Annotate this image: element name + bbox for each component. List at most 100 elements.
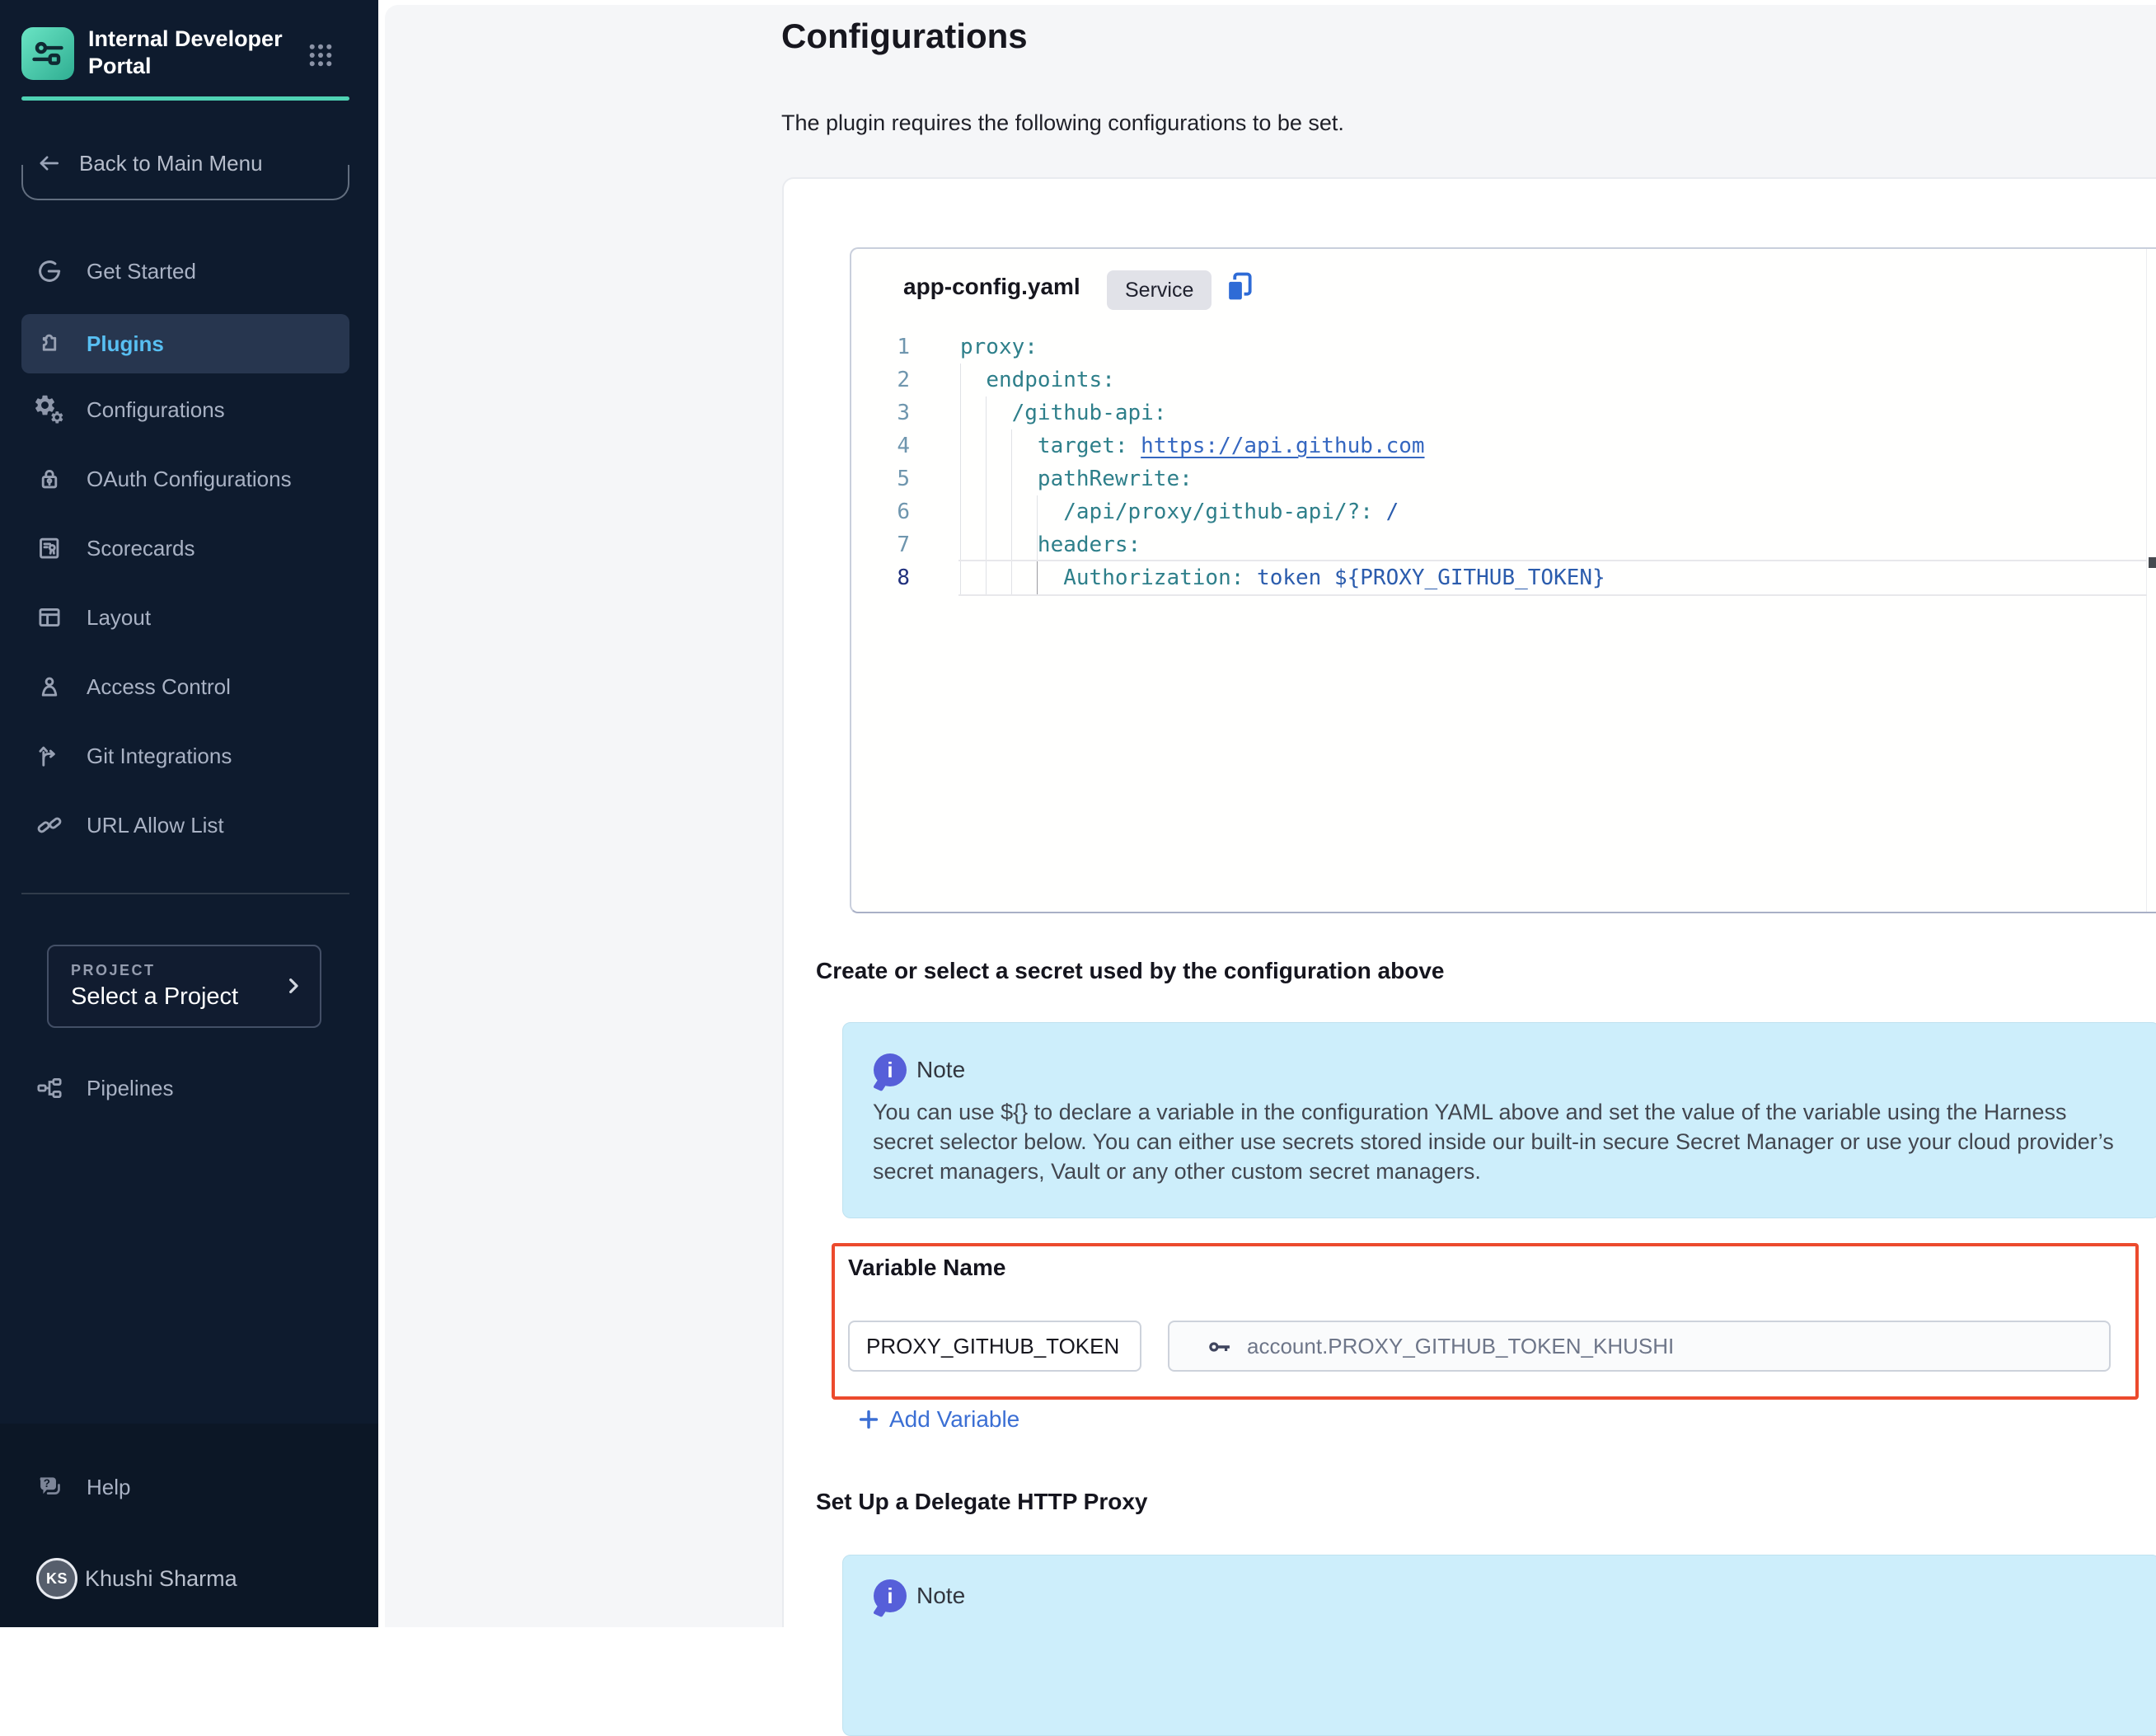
user-name[interactable]: Khushi Sharma [85, 1549, 237, 1608]
sidebar: Internal Developer Portal Back to Main M… [0, 0, 378, 1627]
project-label: Select a Project [71, 983, 238, 1011]
sidebar-item-scorecards[interactable]: Scorecards [21, 518, 349, 578]
svg-text:?: ? [44, 1477, 50, 1490]
sidebar-item-git-integrations[interactable]: Git Integrations [21, 726, 349, 786]
sidebar-item-layout[interactable]: Layout [21, 588, 349, 647]
delegate-section-heading: Set Up a Delegate HTTP Proxy [816, 1489, 1148, 1515]
back-section-divider [21, 165, 349, 200]
code-token: Authorization: [1063, 565, 1244, 590]
code-token [960, 401, 1012, 425]
secret-section-heading: Create or select a secret used by the co… [816, 958, 1444, 984]
code-line[interactable]: target: https://api.github.com [960, 429, 2147, 462]
code-token: headers: [1038, 533, 1141, 557]
sidebar-item-get-started[interactable]: Get Started [21, 242, 349, 301]
code-line[interactable]: /api/proxy/github-api/?: / [960, 495, 2147, 528]
code-line[interactable]: Authorization: token ${PROXY_GITHUB_TOKE… [960, 561, 2147, 594]
code-token [1373, 500, 1386, 524]
code-token [960, 368, 986, 392]
sidebar-item-url-allow-list[interactable]: URL Allow List [21, 795, 349, 855]
sidebar-item-label: URL Allow List [87, 795, 224, 855]
add-variable-label: Add Variable [889, 1406, 1019, 1433]
sidebar-item-label: Configurations [87, 380, 225, 439]
sidebar-item-label: Layout [87, 588, 151, 647]
variable-row-highlight: Variable Name account.PROXY_GITHUB_TOKEN… [832, 1243, 2139, 1400]
sidebar-item-label: Scorecards [87, 518, 195, 578]
code-token [1128, 434, 1141, 458]
code-token [1244, 565, 1257, 590]
line-number: 1 [851, 331, 910, 364]
code-line[interactable]: pathRewrite: [960, 462, 2147, 495]
code-token: / [1386, 500, 1399, 524]
sidebar-divider [21, 893, 349, 894]
lock-icon [35, 464, 64, 494]
line-number: 4 [851, 429, 910, 462]
layout-icon [35, 603, 64, 632]
code-token: pathRewrite: [1038, 467, 1193, 491]
main-content: Configurations The plugin requires the f… [378, 0, 2156, 1627]
code-lines[interactable]: proxy: endpoints: /github-api: target: h… [960, 331, 2147, 910]
sidebar-item-access-control[interactable]: Access Control [21, 657, 349, 716]
sidebar-item-label: OAuth Configurations [87, 449, 292, 509]
yaml-code-editor[interactable]: app-config.yaml Service 12345678 proxy: … [850, 247, 2156, 913]
note-callout: i Note You can use ${} to declare a vari… [842, 1022, 2156, 1218]
code-line[interactable]: headers: [960, 528, 2147, 561]
code-token: /api/proxy/github-api/?: [1063, 500, 1373, 524]
info-icon: i [874, 1579, 907, 1612]
scrollbar-thumb[interactable] [2149, 557, 2156, 568]
gears-icon [35, 395, 64, 425]
code-token [960, 500, 1063, 524]
sidebar-item-configurations[interactable]: Configurations [21, 380, 349, 439]
code-token [960, 467, 1038, 491]
plus-icon [856, 1407, 881, 1432]
app-switcher-grid-icon[interactable] [305, 40, 336, 71]
sidebar-item-label: Plugins [87, 314, 164, 373]
user-avatar[interactable]: KS [36, 1558, 77, 1599]
code-line[interactable]: endpoints: [960, 364, 2147, 396]
code-area[interactable]: 12345678 proxy: endpoints: /github-api: … [851, 331, 2147, 910]
service-badge: Service [1107, 270, 1212, 310]
code-token [960, 565, 1063, 590]
secret-selector[interactable]: account.PROXY_GITHUB_TOKEN_KHUSHI [1168, 1321, 2111, 1372]
sliders-logo-icon [29, 35, 67, 73]
add-variable-button[interactable]: Add Variable [856, 1403, 1019, 1436]
note-title: Note [916, 1053, 965, 1086]
line-number: 8 [851, 561, 910, 594]
help-chat-icon: ? [35, 1472, 64, 1502]
code-gutter: 12345678 [851, 331, 910, 910]
page-subtitle: The plugin requires the following config… [781, 110, 1344, 136]
code-line[interactable]: proxy: [960, 331, 2147, 364]
code-token: proxy: [960, 335, 1038, 359]
note-title: Note [916, 1579, 965, 1612]
secret-value: account.PROXY_GITHUB_TOKEN_KHUSHI [1247, 1322, 1674, 1370]
sidebar-item-pipelines[interactable]: Pipelines [21, 1058, 349, 1118]
info-icon: i [874, 1053, 907, 1086]
copy-icon[interactable] [1221, 269, 1258, 307]
editor-filename: app-config.yaml [903, 274, 1080, 300]
sidebar-item-help[interactable]: ? Help [21, 1457, 349, 1517]
line-number: 3 [851, 396, 910, 429]
variable-name-label: Variable Name [848, 1255, 1005, 1281]
get-started-icon [35, 256, 64, 286]
code-token [960, 434, 1038, 458]
code-token [960, 533, 1038, 557]
sidebar-item-label: Access Control [87, 657, 231, 716]
link-icon [35, 810, 64, 840]
project-selector[interactable]: PROJECT Select a Project [47, 945, 321, 1028]
sidebar-item-plugins[interactable]: Plugins [21, 314, 349, 373]
line-number: 7 [851, 528, 910, 561]
code-token: token ${PROXY_GITHUB_TOKEN} [1257, 565, 1605, 590]
pipelines-icon [35, 1073, 64, 1103]
code-line[interactable]: /github-api: [960, 396, 2147, 429]
code-token: /github-api: [1012, 401, 1167, 425]
scorecard-icon [35, 533, 64, 563]
puzzle-icon [35, 329, 64, 359]
app-title: Internal Developer Portal [88, 26, 286, 80]
sidebar-item-label: Get Started [87, 242, 196, 301]
line-number: 6 [851, 495, 910, 528]
project-eyebrow: PROJECT [71, 962, 156, 979]
line-number: 5 [851, 462, 910, 495]
code-link[interactable]: https://api.github.com [1141, 434, 1424, 458]
variable-name-input[interactable] [848, 1321, 1141, 1372]
person-icon [35, 672, 64, 701]
sidebar-item-oauth-configurations[interactable]: OAuth Configurations [21, 449, 349, 509]
